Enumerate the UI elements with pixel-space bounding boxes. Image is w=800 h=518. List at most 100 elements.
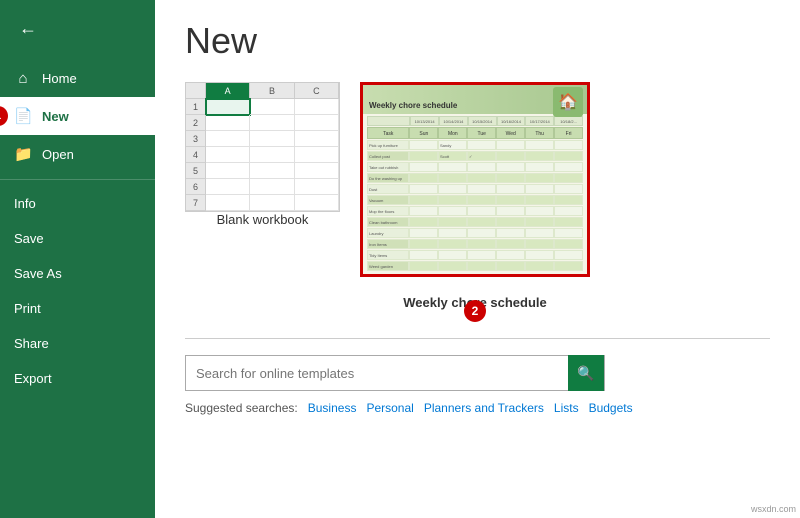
blank-workbook-thumb: A B C 1 2 3 — [185, 82, 340, 212]
sidebar-item-saveas[interactable]: Save As — [0, 256, 155, 291]
chore-row-4: Do the washing up — [367, 173, 583, 183]
cell-C5[interactable] — [295, 163, 339, 179]
blank-workbook-label: Blank workbook — [217, 212, 309, 227]
row-3: 3 — [186, 131, 206, 147]
chore-th-mon: Mon — [438, 127, 467, 139]
chore-date-mon: 10/14/2014 — [439, 116, 468, 126]
chore-row-11: Tidy Items — [367, 250, 583, 260]
chore-th-tue: Tue — [467, 127, 496, 139]
sidebar-item-home[interactable]: ⌂ Home — [0, 60, 155, 97]
cell-C6[interactable] — [295, 179, 339, 195]
search-box[interactable]: 🔍 — [185, 355, 605, 391]
template-blank[interactable]: A B C 1 2 3 — [185, 82, 340, 310]
row-4: 4 — [186, 147, 206, 163]
cell-A7[interactable] — [206, 195, 250, 211]
row-6: 6 — [186, 179, 206, 195]
chore-date-blank — [367, 116, 410, 126]
cell-B7[interactable] — [250, 195, 294, 211]
search-section: 🔍 Suggested searches: Business Personal … — [185, 338, 770, 415]
sidebar-item-print[interactable]: Print — [0, 291, 155, 326]
chore-date-wed: 10/16/2014 — [497, 116, 526, 126]
template-chore[interactable]: 🏠 Weekly chore schedule 10/13/2014 10/14… — [360, 82, 590, 310]
cell-A1[interactable] — [206, 99, 250, 115]
row-1: 1 — [186, 99, 206, 115]
sidebar-label-export: Export — [14, 371, 52, 386]
suggested-business[interactable]: Business — [308, 401, 357, 415]
cell-B5[interactable] — [250, 163, 294, 179]
watermark: wsxdn.com — [751, 504, 796, 514]
chore-row-9: Laundry — [367, 228, 583, 238]
cell-C7[interactable] — [295, 195, 339, 211]
cell-B4[interactable] — [250, 147, 294, 163]
cell-A4[interactable] — [206, 147, 250, 163]
chore-th-task: Task — [367, 127, 409, 139]
chore-row-10: Iron Items — [367, 239, 583, 249]
cell-A3[interactable] — [206, 131, 250, 147]
sidebar-label-save: Save — [14, 231, 44, 246]
cell-B3[interactable] — [250, 131, 294, 147]
sidebar-item-new[interactable]: 1 📄 New — [0, 97, 155, 135]
chore-thumb-title: Weekly chore schedule — [369, 101, 457, 110]
row-2: 2 — [186, 115, 206, 131]
chore-icon: 🏠 — [553, 87, 583, 117]
chore-date-sun: 10/13/2014 — [410, 116, 439, 126]
search-input[interactable] — [196, 366, 570, 381]
cell-A2[interactable] — [206, 115, 250, 131]
badge-1: 1 — [0, 106, 8, 126]
suggested-label: Suggested searches: — [185, 401, 298, 415]
chore-row-12: Weed garden — [367, 261, 583, 271]
back-button[interactable]: ← — [8, 8, 48, 48]
sidebar-item-share[interactable]: Share — [0, 326, 155, 361]
sidebar-label-info: Info — [14, 196, 36, 211]
cell-C4[interactable] — [295, 147, 339, 163]
cell-B2[interactable] — [250, 115, 294, 131]
chore-schedule-thumb: 🏠 Weekly chore schedule 10/13/2014 10/14… — [360, 82, 590, 277]
home-icon: ⌂ — [14, 70, 32, 87]
badge-2: 2 — [464, 300, 486, 322]
open-icon: 📁 — [14, 145, 32, 163]
chore-row-8: Clean bathroom — [367, 217, 583, 227]
chore-th-sun: Sun — [409, 127, 438, 139]
suggested-lists[interactable]: Lists — [554, 401, 579, 415]
search-button[interactable]: 🔍 — [568, 355, 604, 391]
sidebar-item-export[interactable]: Export — [0, 361, 155, 396]
col-B: B — [250, 83, 294, 99]
chore-row-2: Collect postScott✓ — [367, 151, 583, 161]
sidebar-label-saveas: Save As — [14, 266, 62, 281]
suggested-row: Suggested searches: Business Personal Pl… — [185, 401, 770, 415]
col-C: C — [295, 83, 339, 99]
cell-A5[interactable] — [206, 163, 250, 179]
sidebar-item-info[interactable]: Info — [0, 186, 155, 221]
suggested-planners[interactable]: Planners and Trackers — [424, 401, 544, 415]
sidebar-label-open: Open — [42, 147, 74, 162]
cell-B6[interactable] — [250, 179, 294, 195]
chore-date-tue: 10/15/2014 — [468, 116, 497, 126]
sidebar-item-save[interactable]: Save — [0, 221, 155, 256]
row-5: 5 — [186, 163, 206, 179]
chore-th-wed: Wed — [496, 127, 525, 139]
sidebar-nav: ⌂ Home 1 📄 New 📁 Open Info Save Save As … — [0, 56, 155, 396]
sidebar-divider — [0, 179, 155, 180]
chore-date-thu: 10/17/2014 — [525, 116, 554, 126]
chore-table-area: 10/13/2014 10/14/2014 10/15/2014 10/16/2… — [363, 114, 587, 274]
suggested-budgets[interactable]: Budgets — [589, 401, 633, 415]
cell-C2[interactable] — [295, 115, 339, 131]
suggested-personal[interactable]: Personal — [366, 401, 413, 415]
chore-th-fri: Fri — [554, 127, 583, 139]
sidebar-item-open[interactable]: 📁 Open — [0, 135, 155, 173]
chore-date-fri: 10/18/2... — [554, 116, 583, 126]
chore-row-5: Dust — [367, 184, 583, 194]
cell-C1[interactable] — [295, 99, 339, 115]
cell-A6[interactable] — [206, 179, 250, 195]
sidebar-label-home: Home — [42, 71, 77, 86]
col-A: A — [206, 83, 250, 99]
cell-C3[interactable] — [295, 131, 339, 147]
chore-row-7: Mop the floors — [367, 206, 583, 216]
main-content: New A B C 1 2 — [155, 0, 800, 518]
chore-row-1: Pick up furnitureSandy — [367, 140, 583, 150]
chore-col-headers: Task Sun Mon Tue Wed Thu Fri — [367, 127, 583, 139]
templates-row: A B C 1 2 3 — [185, 82, 770, 310]
cell-B1[interactable] — [250, 99, 294, 115]
chore-row-6: Vacuum — [367, 195, 583, 205]
corner-cell — [186, 83, 206, 99]
